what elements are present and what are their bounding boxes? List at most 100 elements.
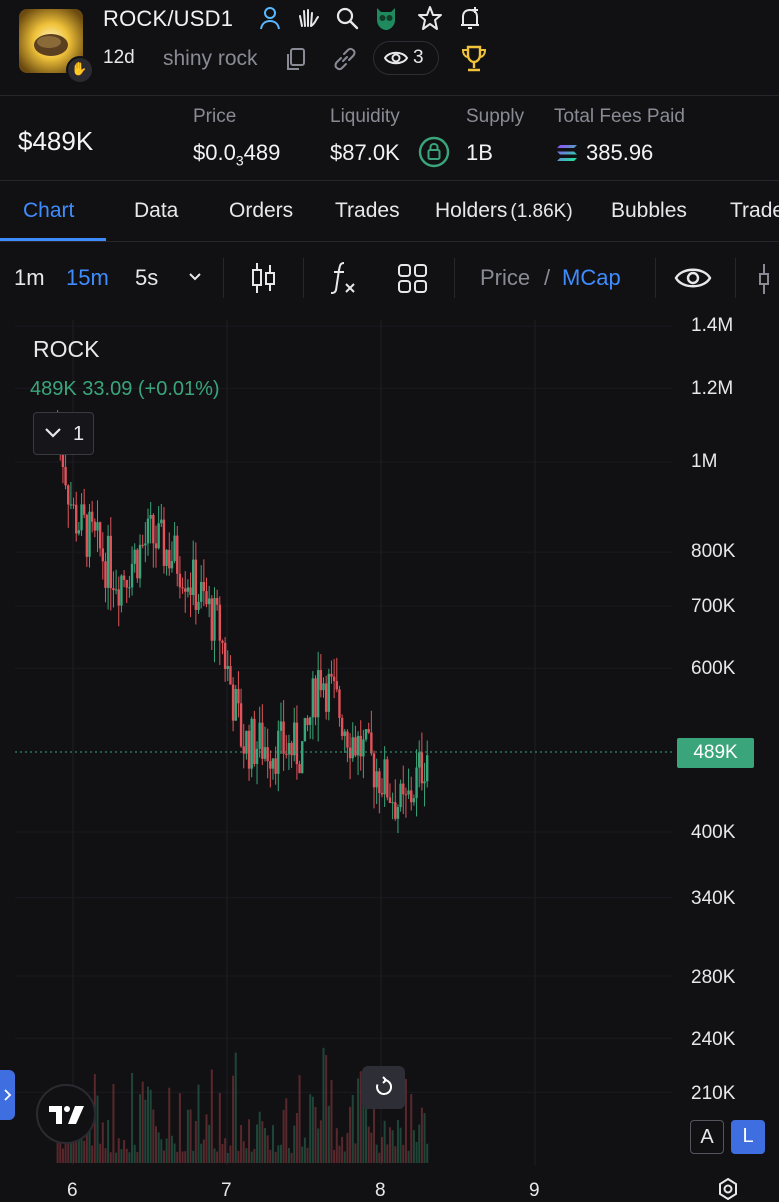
- y-tick: 210K: [691, 1083, 736, 1104]
- candle-body: [394, 802, 397, 819]
- volume-bar: [253, 1148, 256, 1163]
- candle-body: [290, 742, 293, 756]
- side-panel-toggle[interactable]: [0, 1070, 15, 1120]
- candle-body: [146, 518, 150, 544]
- volume-bar: [351, 1094, 354, 1163]
- price-suffix: 489: [243, 140, 281, 165]
- candle-body: [367, 729, 370, 733]
- toolbar-separator: [303, 258, 304, 298]
- candle-body: [426, 755, 429, 782]
- volume-bar: [380, 1136, 383, 1163]
- chevron-right-icon: [4, 1089, 12, 1101]
- candle-body: [138, 544, 142, 579]
- interval-1m[interactable]: 1m: [14, 265, 45, 291]
- owl-icon[interactable]: [372, 4, 400, 32]
- candle-body: [415, 767, 418, 799]
- volume-bar: [197, 1084, 200, 1163]
- volume-bar: [147, 1086, 150, 1163]
- candle-body: [210, 598, 214, 641]
- volume-bar: [91, 1145, 94, 1163]
- candle-body: [176, 535, 179, 574]
- candle-body: [266, 747, 269, 762]
- copy-icon[interactable]: [284, 46, 308, 72]
- candle-body: [133, 549, 136, 564]
- candle-body: [319, 670, 323, 691]
- y-tick: 280K: [691, 967, 736, 988]
- y-tick: 400K: [691, 822, 736, 843]
- volume-bar: [181, 1151, 184, 1163]
- candle-body: [348, 747, 352, 759]
- candle-body: [75, 504, 78, 534]
- x-tick: 6: [67, 1180, 78, 1201]
- candle-body: [223, 642, 227, 669]
- candle-body: [64, 467, 67, 486]
- reset-chart-button[interactable]: [362, 1066, 405, 1109]
- volume-bar: [298, 1075, 301, 1163]
- candle-body: [263, 747, 267, 759]
- candle-body: [192, 559, 195, 595]
- volume-bar: [136, 1151, 139, 1163]
- candles-icon[interactable]: [249, 261, 277, 295]
- trophy-icon[interactable]: [460, 44, 488, 74]
- visibility-eye-icon[interactable]: [674, 263, 712, 293]
- candle-body: [351, 737, 354, 759]
- link-icon[interactable]: [331, 45, 359, 73]
- volume-bar: [412, 1130, 415, 1163]
- tab-orders[interactable]: Orders: [229, 199, 293, 223]
- volume-bar: [168, 1087, 171, 1163]
- volume-bar: [261, 1121, 264, 1163]
- candle-body: [388, 797, 392, 804]
- candle-body: [109, 535, 112, 589]
- candle-body: [181, 587, 184, 589]
- volume-bar: [224, 1138, 227, 1163]
- volume-bar: [333, 1149, 336, 1163]
- legend-collapse-button[interactable]: [33, 412, 94, 455]
- volume-bar: [396, 1119, 399, 1163]
- log-scale-button[interactable]: L: [731, 1120, 765, 1154]
- candle-body: [332, 676, 336, 682]
- auto-scale-button[interactable]: A: [690, 1120, 724, 1154]
- tab-trade[interactable]: Trade: [730, 199, 779, 223]
- volume-bar: [120, 1149, 123, 1163]
- tab-trades[interactable]: Trades: [335, 199, 400, 223]
- candle-body: [420, 752, 424, 784]
- indicators-fx-icon[interactable]: [328, 260, 360, 296]
- tradingview-logo[interactable]: [36, 1084, 96, 1144]
- candle-body: [391, 802, 394, 804]
- bell-plus-icon[interactable]: [456, 4, 484, 32]
- supply-value: 1B: [466, 140, 493, 165]
- tab-chart[interactable]: Chart: [23, 199, 74, 223]
- interval-5s[interactable]: 5s: [135, 265, 158, 291]
- candle-body: [199, 581, 203, 602]
- tab-bubbles[interactable]: Bubbles: [611, 199, 687, 223]
- candle-body: [338, 689, 341, 718]
- chart-settings-icon[interactable]: [714, 1176, 742, 1200]
- volume-bar: [184, 1151, 187, 1163]
- tab-data[interactable]: Data: [134, 199, 178, 223]
- candle-body: [261, 722, 264, 759]
- lock-icon[interactable]: [418, 136, 450, 168]
- search-icon[interactable]: [333, 4, 361, 32]
- star-icon[interactable]: [416, 4, 444, 32]
- toolbar-overflow-icon[interactable]: [757, 262, 771, 296]
- candle-body: [407, 790, 410, 795]
- candle-body: [362, 739, 365, 757]
- candle-body: [255, 748, 259, 764]
- volume-bar: [325, 1055, 328, 1163]
- volume-bar: [245, 1148, 248, 1163]
- mcap-toggle[interactable]: MCap: [562, 265, 621, 291]
- hand-wave-icon[interactable]: [294, 4, 322, 32]
- interval-15m[interactable]: 15m: [66, 265, 109, 291]
- volume-bar: [154, 1126, 157, 1163]
- volume-bar: [242, 1141, 245, 1163]
- candle-body: [114, 589, 118, 591]
- candle-body: [423, 781, 426, 784]
- price-toggle[interactable]: Price: [480, 265, 530, 291]
- tab-holders[interactable]: Holders (1.86K): [435, 199, 573, 223]
- user-icon[interactable]: [256, 4, 284, 32]
- volume-bar: [367, 1126, 370, 1163]
- layout-grid-icon[interactable]: [397, 263, 429, 295]
- candle-body: [383, 759, 386, 795]
- candle-body: [404, 794, 408, 796]
- chevron-down-icon[interactable]: [187, 271, 203, 283]
